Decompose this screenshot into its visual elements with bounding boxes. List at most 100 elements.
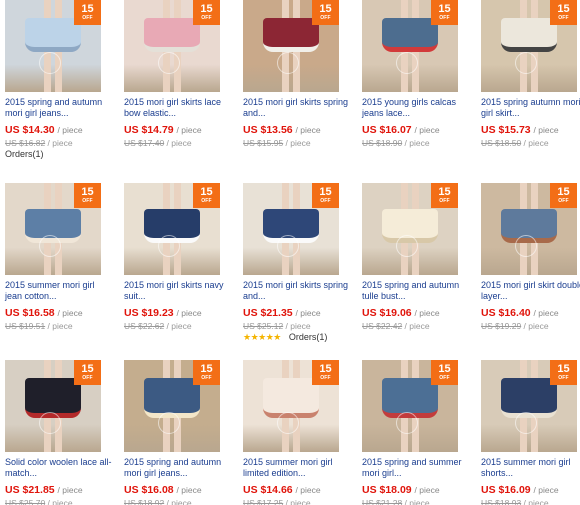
original-price-unit: / piece <box>47 498 73 505</box>
product-image[interactable]: 15 OFF <box>5 0 101 92</box>
price-unit: / piece <box>414 125 440 135</box>
price-unit: / piece <box>57 308 83 318</box>
original-price: US $17.25 / piece <box>243 498 311 505</box>
product-card[interactable]: 15 OFF 2015 spring and autumn mori girl je… <box>0 0 116 159</box>
price-unit: / piece <box>176 125 202 135</box>
product-image[interactable]: 15 OFF <box>124 183 220 275</box>
original-price: US $15.95 / piece <box>243 138 311 148</box>
price-unit: / piece <box>533 308 559 318</box>
order-count[interactable]: Orders(1) <box>5 149 44 159</box>
product-price: US $18.09 / piece <box>362 484 440 496</box>
original-price-value: US $18.93 <box>481 498 522 505</box>
discount-badge: 15 OFF <box>431 183 458 208</box>
price-unit: / piece <box>176 308 202 318</box>
watermark-seal <box>396 235 418 257</box>
product-card[interactable]: 15 OFF 2015 summer mori girl jean cotton..… <box>0 183 116 333</box>
product-grid: 15 OFF 2015 spring and autumn mori girl je… <box>0 0 580 505</box>
product-image[interactable]: 15 OFF <box>481 360 577 452</box>
product-image[interactable]: 15 OFF <box>243 0 339 92</box>
discount-percent: 15 <box>557 363 570 375</box>
original-price: US $25.70 / piece <box>5 498 73 505</box>
product-image[interactable]: 15 OFF <box>481 183 577 275</box>
product-card[interactable]: 15 OFF 2015 mori girl skirts spring and...… <box>238 183 354 342</box>
product-image[interactable]: 15 OFF <box>362 183 458 275</box>
price-value: US $21.35 <box>243 307 293 319</box>
order-count-text[interactable]: Orders(1) <box>289 332 328 342</box>
discount-badge: 15 OFF <box>312 0 339 25</box>
product-card[interactable]: 15 OFF 2015 young girls calcas jeans lace.… <box>357 0 473 150</box>
original-price-unit: / piece <box>285 498 311 505</box>
price-value: US $16.58 <box>5 307 55 319</box>
product-image[interactable]: 15 OFF <box>5 183 101 275</box>
product-card[interactable]: 15 OFF 2015 mori girl skirts spring and...… <box>238 0 354 150</box>
product-title-link[interactable]: 2015 spring autumn mori girl skirt... <box>481 97 580 118</box>
product-price: US $19.06 / piece <box>362 307 440 319</box>
order-count[interactable]: ★★★★★ Orders(1) <box>243 332 327 343</box>
original-price-unit: / piece <box>523 138 549 148</box>
product-title-link[interactable]: 2015 spring and autumn mori girl jeans..… <box>124 457 232 478</box>
discount-off-label: OFF <box>82 15 93 21</box>
product-card[interactable]: 15 OFF 2015 mori girl skirt double layer..… <box>476 183 580 333</box>
original-price: US $18.92 / piece <box>124 498 192 505</box>
watermark-seal <box>515 235 537 257</box>
discount-off-label: OFF <box>320 375 331 381</box>
price-value: US $14.30 <box>5 124 55 136</box>
product-card[interactable]: 15 OFF 2015 spring and autumn tulle bust..… <box>357 183 473 333</box>
product-price: US $15.73 / piece <box>481 124 559 136</box>
discount-percent: 15 <box>319 3 332 15</box>
discount-off-label: OFF <box>439 15 450 21</box>
product-image[interactable]: 15 OFF <box>124 0 220 92</box>
product-card[interactable]: 15 OFF 2015 mori girl skirts lace bow elas… <box>119 0 235 150</box>
original-price-unit: / piece <box>404 321 430 331</box>
price-unit: / piece <box>295 308 321 318</box>
product-title-link[interactable]: 2015 spring and autumn mori girl jeans..… <box>5 97 113 118</box>
product-title-link[interactable]: 2015 summer mori girl limited edition... <box>243 457 351 478</box>
product-image[interactable]: 15 OFF <box>243 183 339 275</box>
original-price-value: US $22.42 <box>362 321 403 331</box>
price-unit: / piece <box>295 125 321 135</box>
product-card[interactable]: 15 OFF 2015 summer mori girl shorts... US $… <box>476 360 580 505</box>
watermark-seal <box>277 235 299 257</box>
original-price: US $22.62 / piece <box>124 321 192 331</box>
product-card[interactable]: 15 OFF 2015 spring and summer mori girl...… <box>357 360 473 505</box>
price-value: US $21.85 <box>5 484 55 496</box>
product-image[interactable]: 15 OFF <box>5 360 101 452</box>
discount-percent: 15 <box>438 3 451 15</box>
product-image[interactable]: 15 OFF <box>362 0 458 92</box>
price-unit: / piece <box>57 485 83 495</box>
product-card[interactable]: 15 OFF 2015 mori girl skirts navy suit... U… <box>119 183 235 333</box>
product-image[interactable]: 15 OFF <box>124 360 220 452</box>
original-price: US $25.12 / piece <box>243 321 311 331</box>
product-card[interactable]: 15 OFF 2015 spring autumn mori girl skirt.… <box>476 0 580 150</box>
product-title-link[interactable]: 2015 mori girl skirts lace bow elastic..… <box>124 97 232 118</box>
product-title-link[interactable]: 2015 summer mori girl shorts... <box>481 457 580 478</box>
product-image[interactable]: 15 OFF <box>362 360 458 452</box>
product-card[interactable]: 15 OFF 2015 spring and autumn mori girl je… <box>119 360 235 505</box>
product-price: US $16.07 / piece <box>362 124 440 136</box>
original-price-unit: / piece <box>166 498 192 505</box>
product-title-link[interactable]: 2015 young girls calcas jeans lace... <box>362 97 470 118</box>
product-card[interactable]: 15 OFF Solid color woolen lace all-match..… <box>0 360 116 505</box>
product-title-link[interactable]: 2015 mori girl skirt double layer... <box>481 280 580 301</box>
discount-off-label: OFF <box>439 375 450 381</box>
price-unit: / piece <box>533 485 559 495</box>
order-count-text[interactable]: Orders(1) <box>5 149 44 159</box>
product-price: US $19.23 / piece <box>124 307 202 319</box>
product-price: US $13.56 / piece <box>243 124 321 136</box>
product-title-link[interactable]: 2015 spring and summer mori girl... <box>362 457 470 478</box>
watermark-seal <box>39 235 61 257</box>
product-title-link[interactable]: 2015 summer mori girl jean cotton... <box>5 280 113 301</box>
product-image[interactable]: 15 OFF <box>481 0 577 92</box>
product-title-link[interactable]: 2015 mori girl skirts navy suit... <box>124 280 232 301</box>
original-price: US $18.93 / piece <box>481 498 549 505</box>
discount-percent: 15 <box>81 186 94 198</box>
product-title-link[interactable]: 2015 mori girl skirts spring and... <box>243 280 351 301</box>
garment-shape <box>25 18 81 52</box>
product-title-link[interactable]: 2015 spring and autumn tulle bust... <box>362 280 470 301</box>
product-card[interactable]: 15 OFF 2015 summer mori girl limited editi… <box>238 360 354 505</box>
rating-stars-icon: ★★★★★ <box>243 332 281 342</box>
product-title-link[interactable]: 2015 mori girl skirts spring and... <box>243 97 351 118</box>
discount-percent: 15 <box>557 186 570 198</box>
product-title-link[interactable]: Solid color woolen lace all-match... <box>5 457 113 478</box>
product-image[interactable]: 15 OFF <box>243 360 339 452</box>
